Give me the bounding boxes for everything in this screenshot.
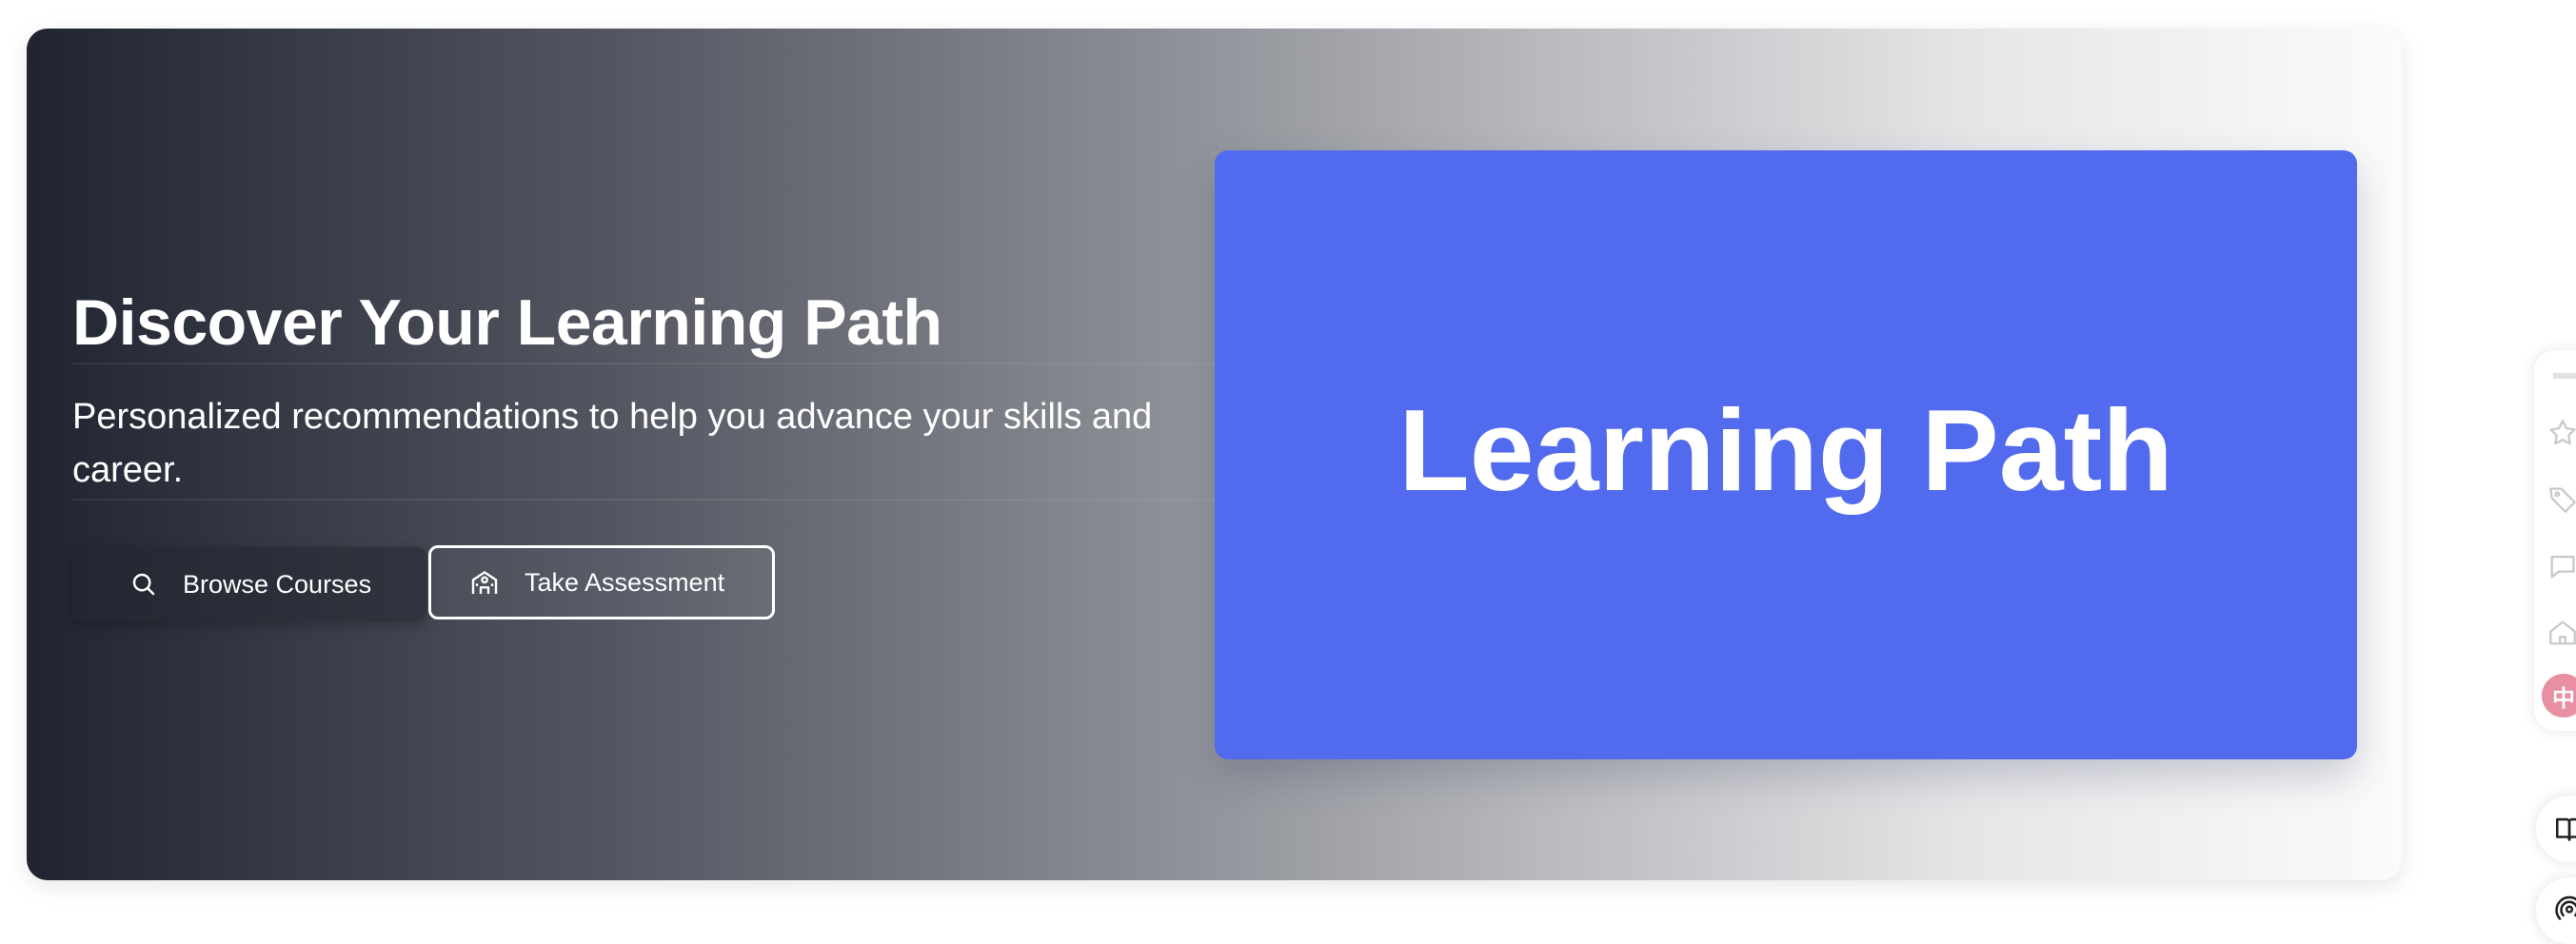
page-title: Discover Your Learning Path <box>72 286 942 359</box>
take-assessment-label: Take Assessment <box>525 567 725 597</box>
side-toolbar: 中 <box>2534 350 2576 731</box>
browse-courses-label: Browse Courses <box>183 569 372 599</box>
book-button[interactable] <box>2536 796 2576 862</box>
comment-icon[interactable] <box>2546 550 2576 582</box>
podcast-button[interactable] <box>2536 877 2576 944</box>
search-icon <box>129 570 158 599</box>
tag-icon[interactable] <box>2546 483 2576 516</box>
star-icon[interactable] <box>2546 417 2576 449</box>
browse-courses-button[interactable]: Browse Courses <box>72 547 426 621</box>
language-badge[interactable]: 中 <box>2542 674 2576 718</box>
divider <box>72 363 1243 364</box>
take-assessment-button[interactable]: Take Assessment <box>428 545 775 620</box>
home-icon[interactable] <box>2546 617 2576 649</box>
learning-path-card-title: Learning Path <box>1398 385 2173 515</box>
divider <box>72 499 1243 501</box>
hero-subtitle: Personalized recommendations to help you… <box>72 397 1153 490</box>
toolbar-handle[interactable] <box>2553 373 2576 379</box>
learning-path-card: Learning Path <box>1215 150 2357 759</box>
hero-banner: Discover Your Learning Path Personalized… <box>27 29 2402 880</box>
school-icon <box>469 567 500 598</box>
